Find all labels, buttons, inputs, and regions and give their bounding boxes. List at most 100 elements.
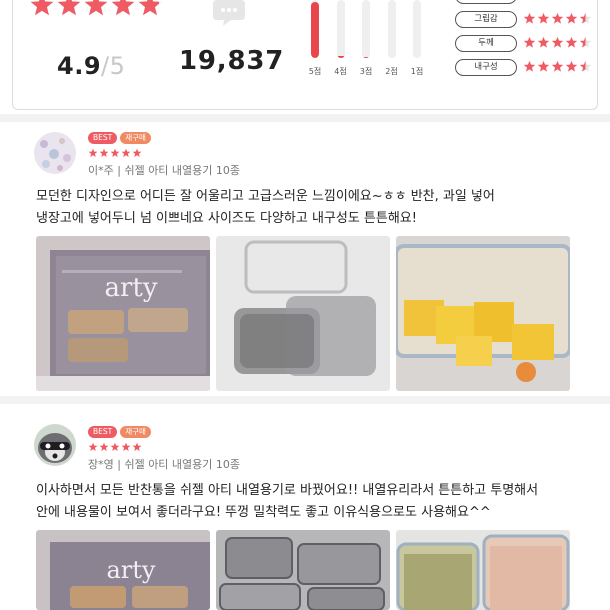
star-icon: [551, 12, 564, 25]
distribution-bar: 3점: [354, 0, 378, 77]
attribute-label: 그립감: [455, 11, 517, 28]
star-icon: [537, 12, 550, 25]
distribution-bar: 2점: [380, 0, 404, 77]
distribution-label: 4점: [334, 67, 347, 76]
product-box-photo[interactable]: arty: [36, 530, 210, 610]
review-count: 19,837: [179, 46, 285, 76]
bar-track: [387, 0, 396, 58]
distribution-bar: 4점: [329, 0, 353, 77]
review-author: 이*주: [88, 164, 114, 177]
star-icon: [137, 0, 163, 18]
star-icon: [565, 0, 578, 1]
section-divider: [0, 396, 610, 404]
distribution-bar: 1점: [405, 0, 429, 77]
stacked-containers-photo[interactable]: [216, 530, 390, 610]
review-text: 이사하면서 모든 반찬통을 쉬젤 아티 내열용기로 바꿨어요!! 내열유리라서 …: [36, 480, 596, 524]
overall-stars: [29, 0, 163, 18]
star-icon: [523, 36, 536, 49]
review-stars: [88, 148, 142, 158]
distribution-label: 3점: [359, 67, 373, 76]
attribute-label: 두께: [455, 35, 517, 52]
star-icon: [99, 442, 109, 452]
speech-bubble-icon: [211, 0, 247, 28]
attribute-stars: [523, 60, 592, 73]
star-icon: [551, 36, 564, 49]
star-icon: [121, 148, 131, 158]
star-icon: [88, 148, 98, 158]
star-icon: [537, 60, 550, 73]
star-icon: [110, 0, 136, 18]
bar-track: [311, 0, 319, 58]
star-icon: [132, 148, 142, 158]
repurchase-badge: 재구매: [120, 132, 151, 144]
bar-track: [362, 0, 370, 58]
star-icon: [121, 442, 131, 452]
star-icon: [110, 442, 120, 452]
star-icon: [579, 60, 592, 73]
avatar: [34, 424, 76, 466]
average-max: /5: [101, 52, 126, 80]
rating-distribution: 5점 4점 3점 2점 1점: [297, 0, 447, 100]
star-icon: [579, 36, 592, 49]
attribute-row: 두께: [445, 32, 595, 56]
box-brand-text: arty: [104, 273, 157, 303]
star-icon: [523, 0, 536, 1]
attribute-stars: [523, 0, 592, 1]
review-stars: [88, 442, 142, 452]
food-containers-photo[interactable]: [396, 530, 570, 610]
bar-fill: [362, 57, 370, 58]
distribution-label: 2점: [385, 67, 398, 76]
star-icon: [88, 442, 98, 452]
attribute-label: 무게: [455, 0, 517, 4]
review-meta: 이*주 | 쉬젤 아티 내열용기 10종: [88, 162, 240, 178]
repurchase-badge: 재구매: [120, 426, 151, 438]
product-box-photo[interactable]: arty: [36, 236, 210, 391]
bar-track: [336, 0, 345, 58]
star-icon: [132, 442, 142, 452]
star-icon: [551, 60, 564, 73]
bar-track: [413, 0, 421, 58]
review-author: 장*영: [88, 458, 114, 471]
bar-fill: [311, 2, 319, 58]
star-icon: [579, 12, 592, 25]
review-product[interactable]: 쉬젤 아티 내열용기 10종: [124, 164, 240, 177]
review-meta: 장*영 | 쉬젤 아티 내열용기 10종: [88, 456, 240, 472]
star-icon: [565, 60, 578, 73]
attribute-row: 그립감: [445, 8, 595, 32]
star-icon: [99, 148, 109, 158]
fruit-container-photo[interactable]: [396, 236, 570, 391]
star-icon: [523, 12, 536, 25]
review-text-line: 모던한 디자인으로 어디든 잘 어울리고 고급스러운 느낌이에요~ㅎㅎ 반찬, …: [36, 189, 495, 204]
star-icon: [83, 0, 109, 18]
distribution-label: 1점: [410, 67, 424, 76]
star-icon: [537, 0, 550, 1]
review-badges: BEST 재구매: [88, 132, 151, 144]
star-icon: [551, 0, 564, 1]
distribution-label: 5점: [308, 67, 322, 76]
attribute-stars: [523, 12, 592, 25]
attribute-row: 내구성: [445, 56, 595, 80]
star-icon: [565, 12, 578, 25]
section-divider: [0, 114, 610, 122]
bar-fill: [336, 56, 345, 58]
star-icon: [579, 0, 592, 1]
star-icon: [29, 0, 55, 18]
review-text-line: 안에 내용물이 보여서 좋더라구요! 뚜껑 밀착력도 좋고 이유식용으로도 사용…: [36, 505, 491, 520]
attribute-row: 무게: [445, 0, 595, 8]
average-rating: 4.9/5: [57, 52, 125, 80]
star-icon: [523, 60, 536, 73]
review-badges: BEST 재구매: [88, 426, 151, 438]
star-icon: [537, 36, 550, 49]
avatar: [34, 132, 76, 174]
attribute-label: 내구성: [455, 59, 517, 76]
average-value: 4.9: [57, 52, 102, 80]
star-icon: [110, 148, 120, 158]
attribute-stars: [523, 36, 592, 49]
review-product[interactable]: 쉬젤 아티 내열용기 10종: [124, 458, 240, 471]
box-brand-text: arty: [107, 556, 156, 584]
empty-containers-photo[interactable]: [216, 236, 390, 391]
review-text-line: 냉장고에 넣어두니 넘 이쁘네요 사이즈도 다양하고 내구성도 튼튼해요!: [36, 211, 417, 226]
best-badge: BEST: [88, 132, 118, 144]
star-icon: [56, 0, 82, 18]
review-text-line: 이사하면서 모든 반찬통을 쉬젤 아티 내열용기로 바꿨어요!! 내열유리라서 …: [36, 483, 539, 498]
